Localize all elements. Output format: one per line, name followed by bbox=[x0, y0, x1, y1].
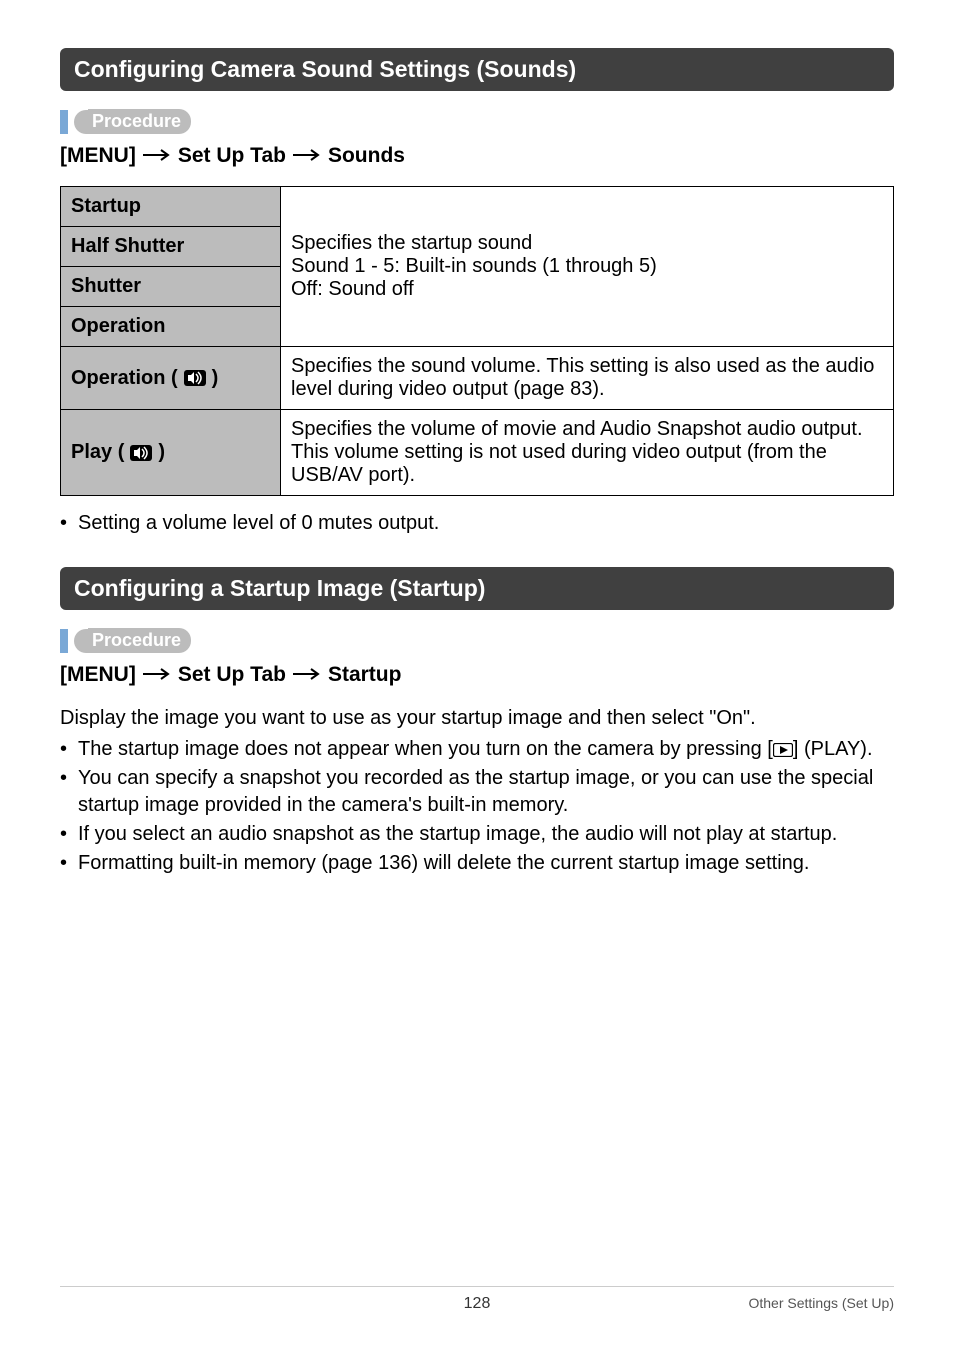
op-vol-desc: Specifies the sound volume. This setting… bbox=[281, 347, 894, 410]
pill-cap-icon bbox=[74, 110, 88, 134]
footer-section: Other Settings (Set Up) bbox=[748, 1295, 894, 1311]
section1-notes: •Setting a volume level of 0 mutes outpu… bbox=[60, 510, 894, 537]
bullet-3: If you select an audio snapshot as the s… bbox=[78, 821, 894, 848]
row-half-shutter: Half Shutter bbox=[61, 227, 281, 267]
section2-bullets: • The startup image does not appear when… bbox=[60, 736, 894, 877]
arrow-right-icon bbox=[292, 144, 322, 168]
blue-tick-icon bbox=[60, 110, 68, 134]
page-number: 128 bbox=[464, 1295, 491, 1313]
procedure-marker-2: Procedure bbox=[60, 628, 894, 653]
play-button-icon bbox=[773, 743, 793, 757]
play-desc: Specifies the volume of movie and Audio … bbox=[281, 410, 894, 496]
bullet-2: You can specify a snapshot you recorded … bbox=[78, 765, 894, 819]
arrow-right-icon bbox=[142, 144, 172, 168]
section2-title: Configuring a Startup Image (Startup) bbox=[60, 567, 894, 610]
path-item-2: Startup bbox=[328, 663, 402, 687]
bullet-1a: The startup image does not appear when y… bbox=[78, 738, 773, 760]
group-desc: Specifies the startup sound Sound 1 - 5:… bbox=[281, 187, 894, 347]
op-vol-label: Operation ( bbox=[71, 367, 178, 390]
path-item: Sounds bbox=[328, 144, 405, 168]
row-operation: Operation bbox=[61, 307, 281, 347]
play-label: Play ( bbox=[71, 441, 124, 464]
group-desc-line2: Sound 1 - 5: Built-in sounds (1 through … bbox=[291, 255, 883, 278]
arrow-right-icon bbox=[142, 663, 172, 687]
bullet-4: Formatting built-in memory (page 136) wi… bbox=[78, 850, 894, 877]
menu-path-1: [MENU] Set Up Tab Sounds bbox=[60, 144, 894, 168]
menu-path-2: [MENU] Set Up Tab Startup bbox=[60, 663, 894, 687]
row-play-vol: Play () bbox=[61, 410, 281, 496]
startup-intro: Display the image you want to use as you… bbox=[60, 705, 894, 732]
play-label-close: ) bbox=[158, 441, 165, 464]
blue-tick-icon bbox=[60, 629, 68, 653]
path-menu: [MENU] bbox=[60, 144, 136, 168]
note-mute: Setting a volume level of 0 mutes output… bbox=[78, 510, 894, 537]
arrow-right-icon bbox=[292, 663, 322, 687]
group-desc-line3: Off: Sound off bbox=[291, 278, 883, 301]
group-desc-line1: Specifies the startup sound bbox=[291, 232, 883, 255]
row-startup: Startup bbox=[61, 187, 281, 227]
procedure-label-1: Procedure bbox=[88, 109, 191, 134]
path-menu-2: [MENU] bbox=[60, 663, 136, 687]
pill-cap-icon bbox=[74, 629, 88, 653]
procedure-label-2: Procedure bbox=[88, 628, 191, 653]
procedure-marker-1: Procedure bbox=[60, 109, 894, 134]
bullet-1b: ] (PLAY). bbox=[793, 738, 873, 760]
bullet-1: The startup image does not appear when y… bbox=[78, 736, 894, 763]
speaker-icon bbox=[184, 370, 206, 386]
speaker-icon bbox=[130, 445, 152, 461]
row-operation-vol: Operation () bbox=[61, 347, 281, 410]
op-vol-label-close: ) bbox=[212, 367, 219, 390]
page-footer: 128 Other Settings (Set Up) bbox=[60, 1286, 894, 1313]
section1-title: Configuring Camera Sound Settings (Sound… bbox=[60, 48, 894, 91]
sounds-table: Startup Specifies the startup sound Soun… bbox=[60, 186, 894, 496]
row-shutter: Shutter bbox=[61, 267, 281, 307]
path-tab-2: Set Up Tab bbox=[178, 663, 286, 687]
path-tab: Set Up Tab bbox=[178, 144, 286, 168]
